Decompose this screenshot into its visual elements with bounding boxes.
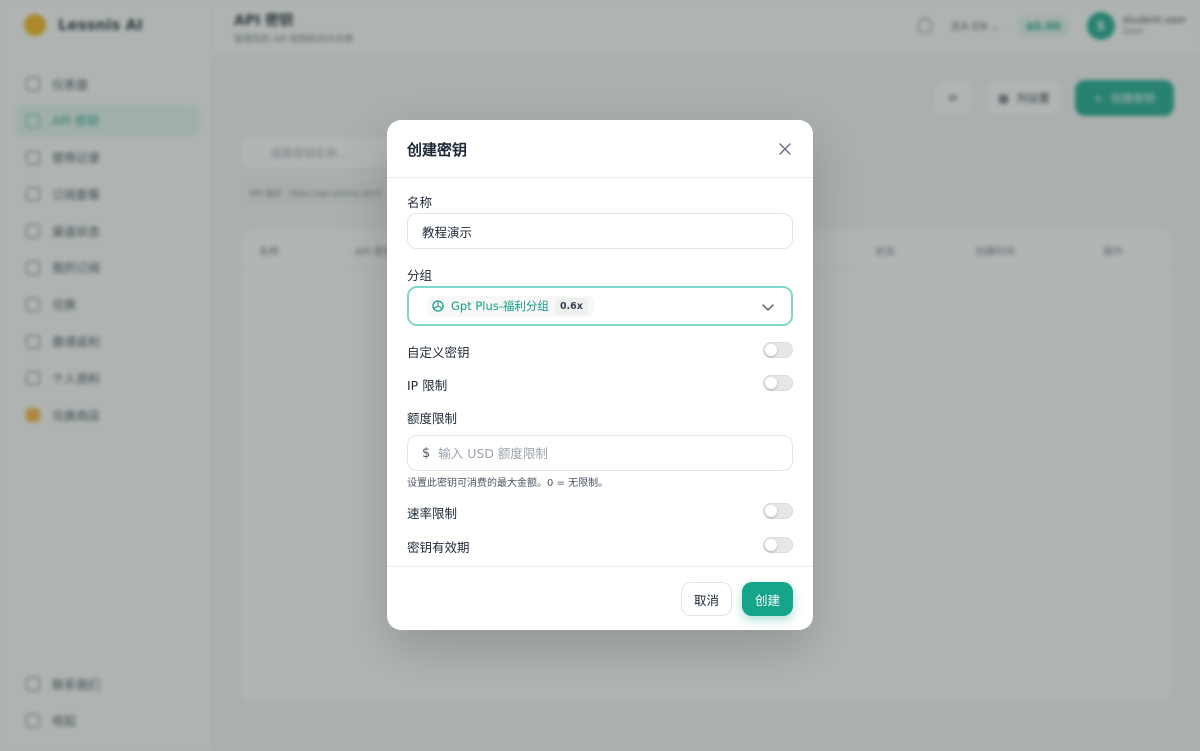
name-field[interactable]: 教程演示 [407,213,793,249]
ip-limit-toggle[interactable] [763,375,793,391]
quota-label: 额度限制 [407,411,458,426]
quota-field[interactable]: $ [407,435,793,471]
close-icon[interactable] [777,141,793,157]
name-label: 名称 [407,195,433,210]
quota-input[interactable] [438,445,759,461]
group-value: Gpt Plus-福利分组 [451,299,549,313]
group-tag: Gpt Plus-福利分组 0.6x [427,295,594,317]
create-button[interactable]: 创建 [742,582,793,616]
create-key-dialog: 创建密钥 名称 教程演示 分组 Gpt Plus-福利分组 0.6x 自定义密钥… [387,120,813,630]
custom-key-label: 自定义密钥 [407,345,470,360]
toggle-knob [765,344,777,356]
rate-limit-toggle[interactable] [763,503,793,519]
expiry-label: 密钥有效期 [407,540,470,555]
group-select[interactable]: Gpt Plus-福利分组 0.6x [407,286,793,326]
toggle-knob [765,505,777,517]
toggle-knob [765,377,777,389]
dialog-footer: 取消 创建 [387,566,813,630]
chevron-down-icon [762,304,774,311]
toggle-knob [765,539,777,551]
dialog-title: 创建密钥 [407,141,468,159]
openai-icon [432,300,444,312]
cancel-button[interactable]: 取消 [681,582,732,616]
currency-symbol: $ [422,445,431,461]
rate-limit-label: 速率限制 [407,506,458,521]
group-multiplier-badge: 0.6x [554,297,588,315]
expiry-toggle[interactable] [763,537,793,553]
ip-limit-label: IP 限制 [407,378,448,393]
dialog-header: 创建密钥 [387,120,813,178]
quota-hint: 设置此密钥可消费的最大金额。0 = 无限制。 [407,478,609,489]
group-label: 分组 [407,268,433,283]
custom-key-toggle[interactable] [763,342,793,358]
